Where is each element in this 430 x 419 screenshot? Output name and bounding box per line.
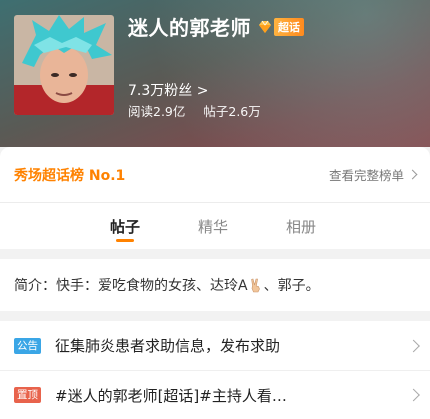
post-count: 帖子2.6万	[203, 104, 261, 119]
rank-label: 秀场超话榜 No.1	[14, 167, 126, 184]
pinned-tag: 置顶	[14, 387, 41, 403]
tab-bar: 帖子 精华 相册	[0, 203, 430, 249]
list-item[interactable]: 公告 征集肺炎患者求助信息，发布求助	[0, 321, 430, 370]
topic-intro: 简介：快手：爱吃食物的女孩、达玲A 、郭子。	[0, 259, 430, 311]
topic-card: 秀场超话榜 No.1 查看完整榜单 帖子 精华 相册	[0, 147, 430, 249]
victory-hand-icon	[250, 278, 260, 293]
avatar-image	[14, 15, 114, 115]
full-ranking-label: 查看完整榜单	[328, 168, 404, 183]
intro-text-prefix: 简介：快手：爱吃食物的女孩、达玲A	[14, 278, 248, 294]
title-row: 迷人的郭老师 超话	[128, 12, 304, 41]
avatar[interactable]	[14, 15, 114, 115]
full-ranking-link[interactable]: 查看完整榜单	[328, 165, 418, 184]
tab-album[interactable]: 相册	[286, 203, 316, 249]
topic-title: 迷人的郭老师	[128, 16, 251, 40]
rank-row[interactable]: 秀场超话榜 No.1 查看完整榜单	[0, 147, 430, 203]
chevron-right-icon	[407, 388, 420, 402]
badge-label: 超话	[274, 17, 304, 36]
chevron-right-icon	[407, 339, 420, 352]
topic-stats: 阅读2.9亿 帖子2.6万	[128, 101, 275, 120]
pinned-list: 公告 征集肺炎患者求助信息，发布求助 置顶 #迷人的郭老师[超话]#主持人看…	[0, 321, 430, 419]
super-topic-badge: 超话	[257, 17, 304, 36]
tab-posts[interactable]: 帖子	[110, 203, 140, 249]
read-count: 阅读2.9亿	[128, 104, 186, 119]
chevron-right-icon	[407, 169, 418, 180]
list-item-text: 征集肺炎患者求助信息，发布求助	[55, 337, 281, 355]
list-item[interactable]: 置顶 #迷人的郭老师[超话]#主持人看…	[0, 370, 430, 419]
notice-tag: 公告	[14, 337, 41, 354]
tab-featured[interactable]: 精华	[198, 203, 228, 249]
intro-text-suffix: 、郭子。	[263, 278, 320, 294]
topic-header: 迷人的郭老师 超话 7.3万粉丝 > 阅读2.9亿 帖子2.6万	[0, 0, 430, 147]
list-item-text: #迷人的郭老师[超话]#主持人看…	[55, 386, 287, 405]
fans-count-link[interactable]: 7.3万粉丝 >	[128, 80, 208, 100]
diamond-icon	[259, 20, 271, 33]
